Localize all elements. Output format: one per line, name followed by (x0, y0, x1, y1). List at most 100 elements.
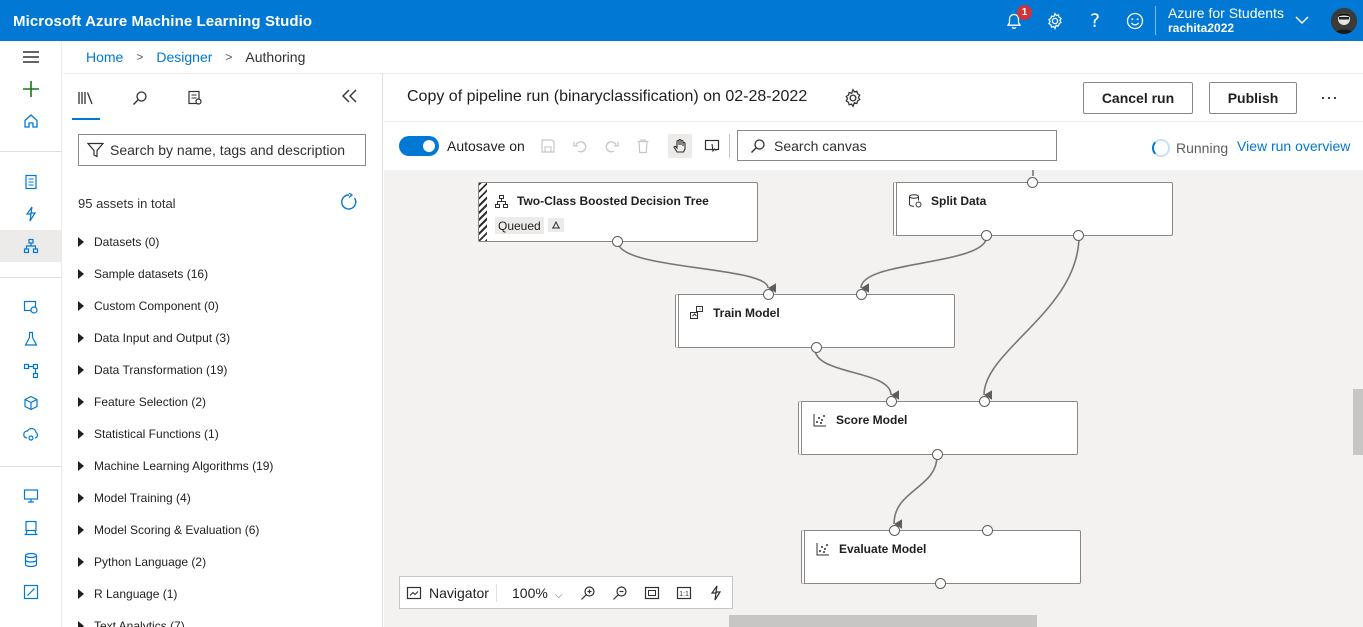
navigator-label[interactable]: Navigator (429, 585, 489, 601)
category-model-scoring[interactable]: Model Scoring & Evaluation (6) (78, 520, 259, 540)
horizontal-scrollbar[interactable] (729, 615, 1037, 627)
notebooks-icon[interactable] (0, 166, 62, 198)
experiments-flask-icon[interactable] (0, 323, 62, 355)
category-python-language[interactable]: Python Language (2) (78, 552, 206, 572)
autosave-toggle[interactable] (399, 136, 439, 156)
category-sample-datasets[interactable]: Sample datasets (16) (78, 264, 208, 284)
data-labeling-icon[interactable] (0, 576, 62, 608)
app-title[interactable]: Microsoft Azure Machine Learning Studio (13, 13, 312, 30)
pan-hand-icon[interactable] (668, 134, 692, 158)
hamburger-menu-icon[interactable] (0, 41, 62, 73)
input-port-right[interactable] (856, 289, 867, 300)
asset-library-panel: Search by name, tags and description 95 … (63, 74, 383, 627)
pipelines-icon[interactable] (0, 355, 62, 387)
node-train-model[interactable]: Train Model (675, 289, 955, 353)
node-two-class-boosted-decision-tree[interactable]: Two-Class Boosted Decision Tree Queued (478, 182, 758, 247)
node-split-data[interactable]: Split Data (893, 177, 1173, 241)
category-data-input-output[interactable]: Data Input and Output (3) (78, 328, 230, 348)
publish-button[interactable]: Publish (1209, 82, 1297, 114)
actual-size-icon[interactable]: 1:1 (674, 583, 694, 603)
zoom-in-icon[interactable] (578, 583, 598, 603)
library-search-input[interactable]: Search by name, tags and description (78, 134, 366, 166)
search-icon[interactable] (128, 86, 152, 110)
endpoints-icon[interactable] (0, 419, 62, 451)
delete-trash-icon[interactable] (632, 135, 654, 157)
redo-icon[interactable] (601, 135, 623, 157)
datastores-icon[interactable] (0, 544, 62, 576)
cancel-run-button[interactable]: Cancel run (1083, 82, 1193, 114)
fit-to-screen-icon[interactable] (642, 583, 662, 603)
select-mode-icon[interactable] (701, 135, 723, 157)
category-datasets[interactable]: Datasets (0) (78, 232, 159, 252)
library-search-placeholder: Search by name, tags and description (110, 142, 346, 158)
pipeline-canvas[interactable]: Two-Class Boosted Decision Tree Queued S… (384, 170, 1363, 627)
category-r-language[interactable]: R Language (1) (78, 584, 177, 604)
output-port[interactable] (935, 578, 946, 589)
breadcrumb-home[interactable]: Home (86, 49, 123, 65)
view-run-overview-link[interactable]: View run overview (1237, 138, 1350, 154)
category-ml-algorithms[interactable]: Machine Learning Algorithms (19) (78, 456, 273, 476)
zoom-out-icon[interactable] (610, 583, 630, 603)
category-feature-selection[interactable]: Feature Selection (2) (78, 392, 206, 412)
run-status: Running (1152, 139, 1228, 157)
canvas-search-input[interactable]: Search canvas (737, 130, 1057, 161)
node-title: Evaluate Model (816, 542, 926, 556)
input-port[interactable] (1027, 177, 1038, 188)
breadcrumb-designer[interactable]: Designer (156, 49, 212, 65)
datasets-icon[interactable] (0, 291, 62, 323)
zoom-level-dropdown[interactable]: 100% ⌵ (512, 585, 562, 601)
settings-gear-icon[interactable] (1042, 8, 1068, 34)
output-port[interactable] (932, 449, 943, 460)
edge-split-to-train (860, 235, 988, 293)
designer-icon[interactable] (0, 230, 62, 262)
environments-icon[interactable] (0, 512, 62, 544)
output-port[interactable] (612, 236, 623, 247)
avatar[interactable] (1331, 8, 1357, 34)
component-details-icon[interactable] (183, 86, 207, 110)
save-icon[interactable] (537, 135, 559, 157)
input-port-left[interactable] (889, 525, 900, 536)
home-icon[interactable] (0, 105, 62, 137)
node-score-model[interactable]: Score Model (798, 396, 1078, 460)
category-custom-component[interactable]: Custom Component (0) (78, 296, 219, 316)
undo-icon[interactable] (569, 135, 591, 157)
more-options-icon[interactable]: ⋯ (1320, 88, 1339, 109)
navigator-map-icon[interactable] (406, 585, 422, 601)
input-port-left[interactable] (886, 396, 897, 407)
input-port-left[interactable] (763, 289, 774, 300)
auto-layout-icon[interactable] (706, 583, 726, 603)
node-evaluate-model[interactable]: Evaluate Model (801, 525, 1081, 589)
output-port[interactable] (811, 342, 822, 353)
output-port-left[interactable] (981, 230, 992, 241)
refresh-icon[interactable] (340, 192, 358, 216)
category-data-transformation[interactable]: Data Transformation (19) (78, 360, 227, 380)
automated-ml-icon[interactable] (0, 198, 62, 230)
category-statistical-functions[interactable]: Statistical Functions (1) (78, 424, 219, 444)
feedback-smiley-icon[interactable] (1122, 8, 1148, 34)
category-model-training[interactable]: Model Training (4) (78, 488, 191, 508)
edge-score-to-evaluate (893, 455, 938, 529)
account-switcher[interactable]: Azure for Students rachita2022 (1168, 6, 1284, 36)
chevron-down-icon[interactable] (1294, 12, 1310, 33)
edge-tree-to-train (617, 241, 777, 293)
pipeline-settings-gear-icon[interactable] (843, 88, 863, 113)
category-label: Python Language (2) (94, 555, 207, 569)
compute-monitor-icon[interactable] (0, 480, 62, 512)
caret-right-icon (78, 237, 84, 247)
category-label: R Language (1) (94, 587, 178, 601)
input-port-right[interactable] (979, 396, 990, 407)
collapse-panel-icon[interactable] (340, 88, 360, 109)
vertical-scrollbar[interactable] (1353, 389, 1363, 455)
input-port-right[interactable] (982, 525, 993, 536)
category-label: Model Training (4) (94, 491, 191, 505)
output-port-right[interactable] (1073, 230, 1084, 241)
models-cube-icon[interactable] (0, 387, 62, 419)
canvas-toolbar: Autosave on Search canvas Running View r… (384, 122, 1363, 170)
node-title-text: Train Model (713, 306, 780, 320)
help-icon[interactable]: ? (1082, 8, 1108, 34)
assets-count: 95 assets in total (78, 196, 176, 211)
asset-library-books-icon[interactable] (74, 86, 98, 110)
create-new-plus-icon[interactable] (0, 73, 62, 105)
queued-stripe (479, 183, 487, 241)
category-text-analytics[interactable]: Text Analytics (7) (78, 616, 185, 627)
